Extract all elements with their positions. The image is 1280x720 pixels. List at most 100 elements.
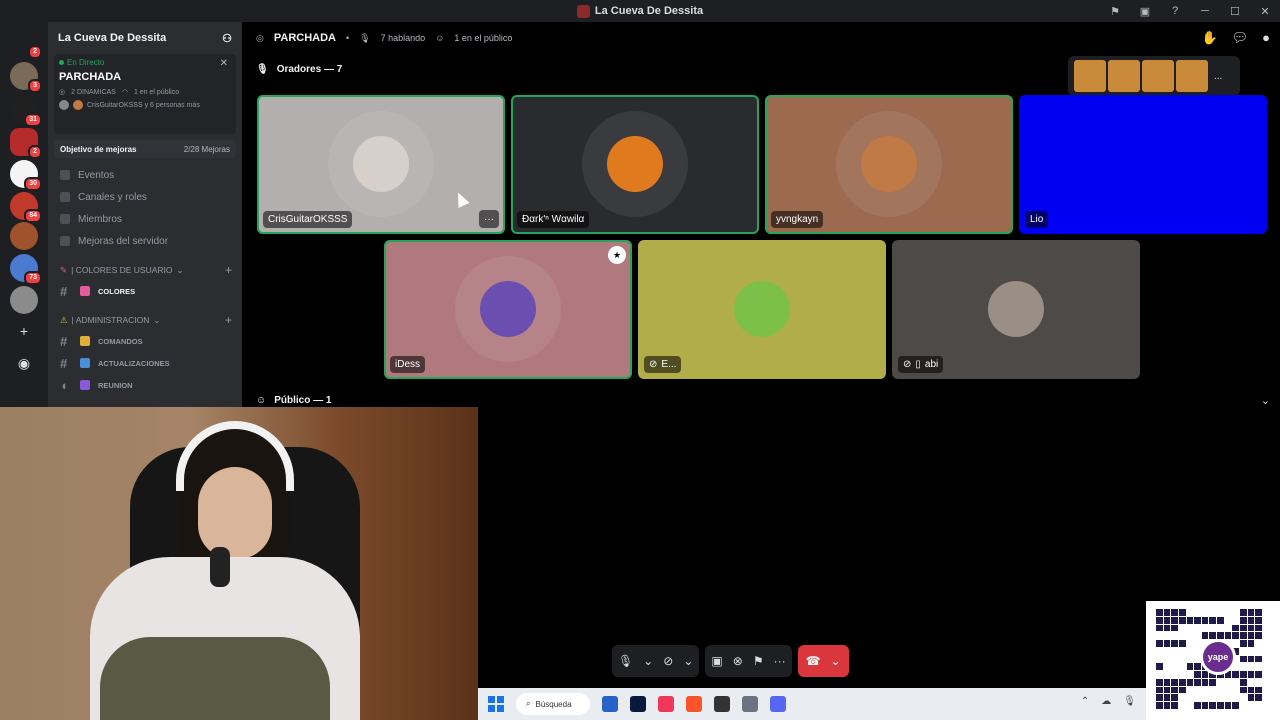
server-header[interactable]: La Cueva De Dessita ⚇	[48, 22, 242, 54]
category-user-colors[interactable]: ✎ | COLORES DE USUARIO ⌄ +	[48, 260, 242, 280]
boost-icon	[60, 236, 70, 246]
chevron-up-icon[interactable]: ⌃	[1081, 696, 1089, 707]
brush-icon: ✎	[60, 264, 68, 275]
speaker-tile[interactable]: yvngkayn	[765, 95, 1013, 234]
titlebar-controls: ⚑ ▣ ? ─ ☐ ✕	[1100, 0, 1280, 22]
server-icon[interactable]: 30	[10, 160, 42, 191]
help-icon[interactable]: ?	[1160, 0, 1190, 22]
live-speakers: CrisGuitarOKSSS y 6 personas más	[59, 100, 231, 110]
audience-icon: ☺	[256, 395, 267, 406]
chevron-down-icon: ⌄	[176, 264, 184, 275]
music-icon[interactable]	[658, 696, 674, 712]
server-icon[interactable]	[10, 286, 38, 314]
channel-label: REUNION	[98, 380, 133, 390]
speaker-name: yvngkayn	[771, 211, 824, 228]
channel-reunion[interactable]: ◖ REUNION	[48, 374, 242, 396]
audience-header[interactable]: ☺ Público — 1	[256, 395, 331, 406]
windows-start-icon[interactable]	[488, 696, 504, 712]
server-icon[interactable]: 31	[10, 96, 42, 127]
emote-more[interactable]: ...	[1214, 71, 1222, 82]
screen-icon[interactable]: ▣	[1130, 0, 1160, 22]
server-icon[interactable]: 2	[10, 28, 42, 59]
hang-up-icon: ☎	[805, 654, 821, 668]
chevron-down-icon[interactable]: ⌄	[831, 654, 841, 668]
channel-actualizaciones[interactable]: # ACTUALIZACIONES	[48, 352, 242, 374]
activity-icon[interactable]: ⚑	[753, 654, 764, 668]
minimize-button[interactable]: ─	[1190, 0, 1220, 22]
nav-item-events[interactable]: Eventos	[48, 164, 242, 186]
nav-item-members[interactable]: Miembros	[48, 208, 242, 230]
speakers-header-text: Oradores — 7	[276, 64, 343, 75]
hash-icon: #	[60, 333, 68, 349]
add-server-icon[interactable]: +	[14, 321, 34, 341]
file-explorer-icon[interactable]	[602, 696, 618, 712]
deafen-icon[interactable]: ⊗	[733, 654, 743, 668]
category-administracion[interactable]: ⚠ | ADMINISTRACION ⌄ +	[48, 310, 242, 330]
close-icon[interactable]: ✕	[220, 58, 228, 69]
leave-stage-button[interactable]: ☎ ⌄	[797, 645, 849, 677]
speaker-tile[interactable]: Ðαrk'ⁿ Wαwilα	[511, 95, 759, 234]
more-options-button[interactable]: ···	[479, 210, 499, 228]
server-icon	[576, 4, 590, 18]
live-stage-card[interactable]: En Directo PARCHADA ◎ 2 DINAMICAS ◠ 1 en…	[54, 54, 236, 134]
boost-goal[interactable]: Objetivo de mejoras 2/28 Mejoras	[54, 140, 236, 158]
chevron-down-icon[interactable]: ⌄	[683, 654, 693, 668]
server-icon[interactable]	[10, 222, 38, 250]
chat-icon[interactable]: 💬︎	[1232, 30, 1249, 46]
nav-item-channels-roles[interactable]: Canales y roles	[48, 186, 242, 208]
cloud-icon[interactable]: ☁	[1101, 696, 1111, 707]
channel-comandos[interactable]: # COMANDOS	[48, 330, 242, 352]
discover-icon[interactable]: ◉	[14, 353, 34, 373]
speaker-name: Lio	[1025, 211, 1049, 228]
speaker-tile[interactable]: ⊘ E...	[638, 240, 886, 379]
close-window-button[interactable]: ✕	[1250, 0, 1280, 22]
photoshop-icon[interactable]	[630, 696, 646, 712]
mic-icon[interactable]: 🎙︎	[618, 654, 633, 668]
taskbar-search[interactable]: ⌕ Búsqueda	[516, 693, 590, 715]
boost-value: 2/28 Mejoras	[183, 144, 230, 154]
inbox-icon[interactable]: ⚑	[1100, 0, 1130, 22]
speaker-name-text: Lio	[1030, 214, 1044, 225]
nav-item-boosts[interactable]: Mejoras del servidor	[48, 230, 242, 252]
add-channel-icon[interactable]: +	[225, 313, 232, 327]
discord-icon[interactable]	[770, 696, 786, 712]
speaker-tile[interactable]: ⊘ ▯ abi	[892, 240, 1140, 379]
share-screen-icon[interactable]: ▣	[711, 654, 722, 668]
maximize-button[interactable]: ☐	[1220, 0, 1250, 22]
settings-icon[interactable]	[742, 696, 758, 712]
stage-icon: ◎	[59, 89, 66, 96]
stage-header-actions: ✋ 💬︎ ●	[1201, 30, 1270, 46]
channel-emoji-icon	[80, 286, 90, 296]
speaker-tile[interactable]: ★ iDess	[384, 240, 632, 379]
mic-controls[interactable]: 🎙︎ ⌄ ⊘ ⌄	[612, 645, 700, 677]
server-icon[interactable]: 84	[10, 192, 42, 223]
emote-strip[interactable]: ...	[1068, 56, 1240, 96]
avatar	[988, 281, 1044, 337]
server-icon[interactable]: 3	[10, 62, 42, 93]
avatar[interactable]: ●	[1262, 30, 1270, 46]
speakers-header: 🎙︎ Oradores — 7	[256, 64, 342, 75]
brave-icon[interactable]	[686, 696, 702, 712]
speaker-name-text: Ðαrk'ⁿ Wαwilα	[522, 214, 585, 225]
server-icon[interactable]: 73	[10, 254, 42, 285]
server-badge: 31	[24, 113, 42, 127]
nav-label: Eventos	[78, 169, 115, 181]
separator-dot: •	[346, 33, 350, 43]
server-icon-active[interactable]: 2	[10, 128, 42, 159]
nav-label: Miembros	[78, 213, 122, 225]
obs-icon[interactable]	[714, 696, 730, 712]
invite-icon[interactable]: ⚇	[222, 32, 232, 45]
server-badge: 2	[28, 45, 42, 59]
add-channel-icon[interactable]: +	[225, 263, 232, 277]
chevron-down-icon[interactable]: ⌄	[1261, 394, 1270, 407]
chevron-down-icon[interactable]: ⌄	[643, 654, 653, 668]
speaker-tile[interactable]: Lio	[1019, 95, 1267, 234]
live-meta-right: 1 en el público	[133, 88, 180, 96]
camera-off-icon[interactable]: ⊘	[663, 654, 673, 668]
more-icon[interactable]: ···	[774, 654, 786, 668]
raise-hand-icon[interactable]: ✋	[1201, 30, 1217, 46]
speaker-tile[interactable]: CrisGuitarOKSSS ···	[257, 95, 505, 234]
mic-icon[interactable]: 🎙︎	[1123, 696, 1136, 707]
channel-colores[interactable]: # COLORES	[48, 280, 242, 302]
headset	[176, 421, 294, 491]
